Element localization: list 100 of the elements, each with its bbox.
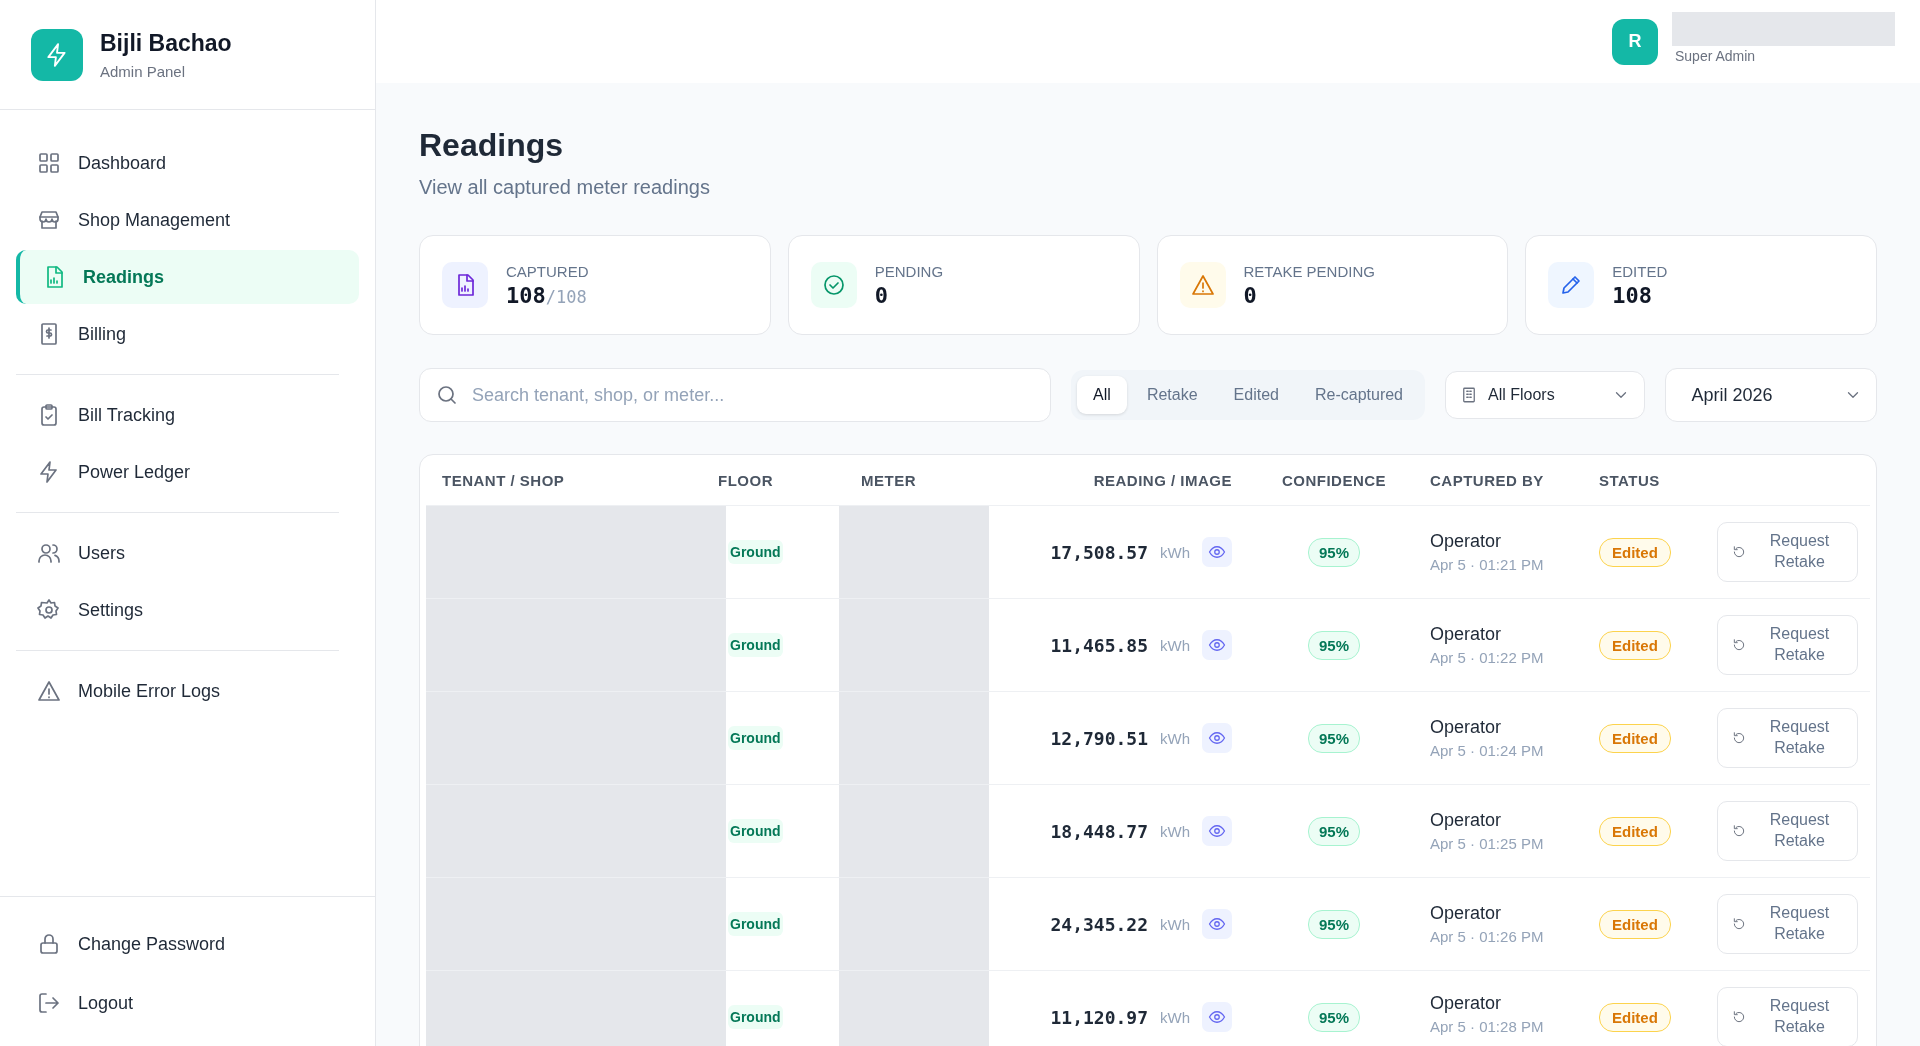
filter-tab[interactable]: All xyxy=(1077,376,1127,414)
column-header: STATUS xyxy=(1598,471,1661,489)
brand-subtitle: Admin Panel xyxy=(100,62,187,80)
unit-label: kWh xyxy=(1160,543,1190,561)
view-image-button[interactable] xyxy=(1202,723,1232,753)
status-badge: Edited xyxy=(1599,537,1671,567)
sidebar-item[interactable]: Users xyxy=(16,526,359,580)
view-image-button[interactable] xyxy=(1202,630,1232,660)
floor-badge: Ground xyxy=(728,912,783,936)
sidebar-item[interactable]: Readings xyxy=(16,250,359,304)
settings-icon xyxy=(37,598,61,622)
request-retake-button[interactable]: Request Retake xyxy=(1717,894,1858,954)
eye-icon xyxy=(1208,1008,1226,1026)
confidence-badge: 95% xyxy=(1308,537,1360,567)
sidebar-item[interactable]: Shop Management xyxy=(16,193,359,247)
capture-time: Apr 5 · 01:26 PM xyxy=(1430,928,1544,945)
captured-by: Operator xyxy=(1430,717,1502,738)
column-header: METER xyxy=(860,471,917,489)
confidence-badge: 95% xyxy=(1308,630,1360,660)
unit-label: kWh xyxy=(1160,636,1190,654)
captured-by: Operator xyxy=(1430,810,1502,831)
warning-icon xyxy=(1190,273,1215,297)
stat-value: 0 xyxy=(1243,282,1258,308)
filter-tab[interactable]: Re-captured xyxy=(1298,376,1419,414)
view-image-button[interactable] xyxy=(1202,1002,1232,1032)
users-icon xyxy=(37,541,61,565)
stat-value: 0 xyxy=(874,282,889,308)
sidebar-item[interactable]: Logout xyxy=(16,975,359,1031)
reading-value: 17,508.57 xyxy=(1050,541,1148,563)
confidence-badge: 95% xyxy=(1308,816,1360,846)
view-image-button[interactable] xyxy=(1202,816,1232,846)
floor-badge: Ground xyxy=(728,540,783,564)
request-retake-button[interactable]: Request Retake xyxy=(1717,801,1858,861)
request-retake-button[interactable]: Request Retake xyxy=(1717,522,1858,582)
sidebar-item[interactable]: Settings xyxy=(16,583,359,637)
sidebar-item[interactable]: Dashboard xyxy=(16,136,359,190)
stat-label: RETAKE PENDING xyxy=(1243,262,1375,280)
check-circle-icon xyxy=(821,273,846,297)
filter-tab[interactable]: Retake xyxy=(1130,376,1214,414)
capture-time: Apr 5 · 01:21 PM xyxy=(1430,556,1544,573)
status-badge: Edited xyxy=(1599,630,1671,660)
request-retake-button[interactable]: Request Retake xyxy=(1717,615,1858,675)
captured-by: Operator xyxy=(1430,531,1502,552)
confidence-badge: 95% xyxy=(1308,723,1360,753)
view-image-button[interactable] xyxy=(1202,909,1232,939)
filter-tab[interactable]: Edited xyxy=(1217,376,1295,414)
warning-icon xyxy=(37,679,61,703)
unit-label: kWh xyxy=(1160,729,1190,747)
eye-icon xyxy=(1208,915,1226,933)
unit-label: kWh xyxy=(1160,822,1190,840)
page-title: Readings xyxy=(419,127,565,164)
refresh-icon xyxy=(1732,731,1746,745)
request-retake-button[interactable]: Request Retake xyxy=(1717,708,1858,768)
status-badge: Edited xyxy=(1599,1002,1671,1032)
brand-name: Bijli Bachao xyxy=(100,29,232,57)
sidebar-item[interactable]: Mobile Error Logs xyxy=(16,664,359,718)
confidence-badge: 95% xyxy=(1308,1002,1360,1032)
floor-badge: Ground xyxy=(728,1005,783,1029)
request-retake-button[interactable]: Request Retake xyxy=(1717,987,1858,1046)
lock-icon xyxy=(37,932,61,956)
refresh-icon xyxy=(1732,545,1746,559)
reading-value: 11,120.97 xyxy=(1050,1006,1148,1028)
floor-dropdown[interactable]: All Floors xyxy=(1445,371,1645,419)
logout-icon xyxy=(37,991,61,1015)
store-icon xyxy=(37,208,61,232)
column-header: FLOOR xyxy=(718,471,774,489)
reading-value: 12,790.51 xyxy=(1050,727,1148,749)
column-header: READING / IMAGE xyxy=(1092,471,1233,489)
sidebar-item[interactable]: Power Ledger xyxy=(16,445,359,499)
refresh-icon xyxy=(1732,917,1746,931)
month-dropdown[interactable]: April 2026 xyxy=(1664,368,1877,422)
stat-label: PENDING xyxy=(874,262,944,280)
floor-badge: Ground xyxy=(728,633,783,657)
stat-value: 108/108 xyxy=(506,282,588,308)
stat-label: CAPTURED xyxy=(506,262,589,280)
confidence-badge: 95% xyxy=(1308,909,1360,939)
captured-by: Operator xyxy=(1430,993,1502,1014)
floor-badge: Ground xyxy=(728,726,783,750)
page-subtitle: View all captured meter readings xyxy=(419,176,711,199)
sidebar-item[interactable]: Change Password xyxy=(16,916,359,972)
grid-icon xyxy=(37,151,61,175)
eye-icon xyxy=(1208,543,1226,561)
eye-icon xyxy=(1208,822,1226,840)
stat-value: 108 xyxy=(1612,282,1653,308)
refresh-icon xyxy=(1732,638,1746,652)
capture-time: Apr 5 · 01:24 PM xyxy=(1430,742,1544,759)
reading-value: 11,465.85 xyxy=(1050,634,1148,656)
refresh-icon xyxy=(1732,1010,1746,1024)
eye-icon xyxy=(1208,729,1226,747)
reading-value: 24,345.22 xyxy=(1050,913,1148,935)
sidebar-item[interactable]: Bill Tracking xyxy=(16,388,359,442)
sidebar-item[interactable]: Billing xyxy=(16,307,359,361)
status-badge: Edited xyxy=(1599,816,1671,846)
status-badge: Edited xyxy=(1599,909,1671,939)
eye-icon xyxy=(1208,636,1226,654)
unit-label: kWh xyxy=(1160,1008,1190,1026)
stat-label: EDITED xyxy=(1612,262,1668,280)
view-image-button[interactable] xyxy=(1202,537,1232,567)
search-field[interactable]: Search tenant, shop, or meter... xyxy=(419,368,1052,422)
user-role: Super Admin xyxy=(1674,47,1757,64)
